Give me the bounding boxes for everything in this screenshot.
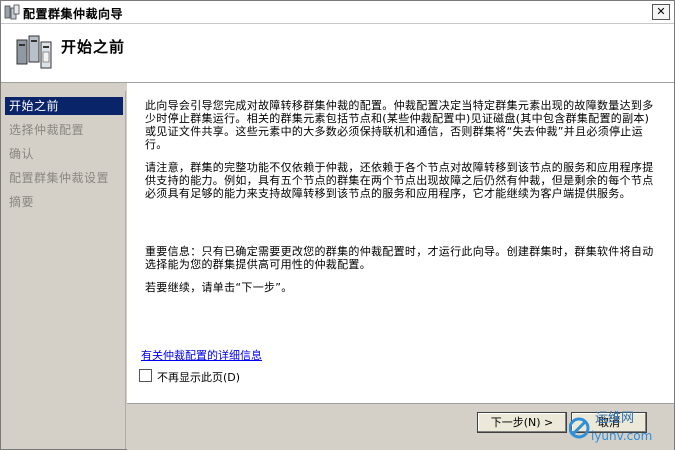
wizard-app-icon bbox=[4, 4, 20, 20]
title-bar: 配置群集仲裁向导 ✕ bbox=[1, 1, 674, 24]
window-title: 配置群集仲裁向导 bbox=[23, 7, 124, 21]
sidebar-item-configure-quorum-settings: 配置群集仲裁设置 bbox=[9, 171, 110, 185]
cluster-servers-icon bbox=[16, 35, 52, 69]
watermark-text: 运维网 bbox=[595, 411, 634, 426]
sidebar-item-confirmation: 确认 bbox=[9, 147, 35, 161]
sidebar-item-before-you-begin[interactable]: 开始之前 bbox=[5, 97, 123, 115]
close-icon: ✕ bbox=[656, 5, 666, 18]
wizard-content: 此向导会引导您完成对故障转移群集仲裁的配置。仲裁配置决定当特定群集元素出现的故障… bbox=[127, 83, 674, 403]
note-paragraph: 请注意，群集的完整功能不仅依赖于仲裁，还依赖于各个节点对故障转移到该节点的服务和… bbox=[145, 161, 654, 200]
sidebar-item-select-quorum-configuration: 选择仲裁配置 bbox=[9, 123, 85, 137]
continue-instruction: 若要继续，请单击“下一步”。 bbox=[145, 281, 293, 294]
wizard-window: 配置群集仲裁向导 ✕ 开始之前 开始之前 选择仲裁配置 确认 配置群集仲裁设置 … bbox=[0, 0, 675, 450]
important-paragraph: 重要信息：只有已确定需要更改您的群集的仲裁配置时，才运行此向导。创建群集时，群集… bbox=[145, 245, 654, 271]
close-button[interactable]: ✕ bbox=[652, 4, 670, 20]
watermark-logo: 运维网 iyunv.com bbox=[569, 411, 652, 443]
page-title: 开始之前 bbox=[61, 38, 126, 56]
dont-show-again-checkbox[interactable] bbox=[139, 369, 152, 382]
quorum-info-link[interactable]: 有关仲裁配置的详细信息 bbox=[141, 347, 262, 363]
dont-show-again-label: 不再显示此页(D) bbox=[157, 371, 241, 384]
wizard-steps-sidebar: 开始之前 选择仲裁配置 确认 配置群集仲裁设置 摘要 bbox=[1, 91, 126, 449]
watermark-domain: iyunv.com bbox=[591, 429, 652, 443]
next-button[interactable]: 下一步(N) > bbox=[477, 412, 567, 433]
intro-paragraph: 此向导会引导您完成对故障转移群集仲裁的配置。仲裁配置决定当特定群集元素出现的故障… bbox=[145, 99, 654, 151]
sidebar-item-summary: 摘要 bbox=[9, 195, 35, 209]
wizard-header: 开始之前 bbox=[1, 24, 674, 83]
